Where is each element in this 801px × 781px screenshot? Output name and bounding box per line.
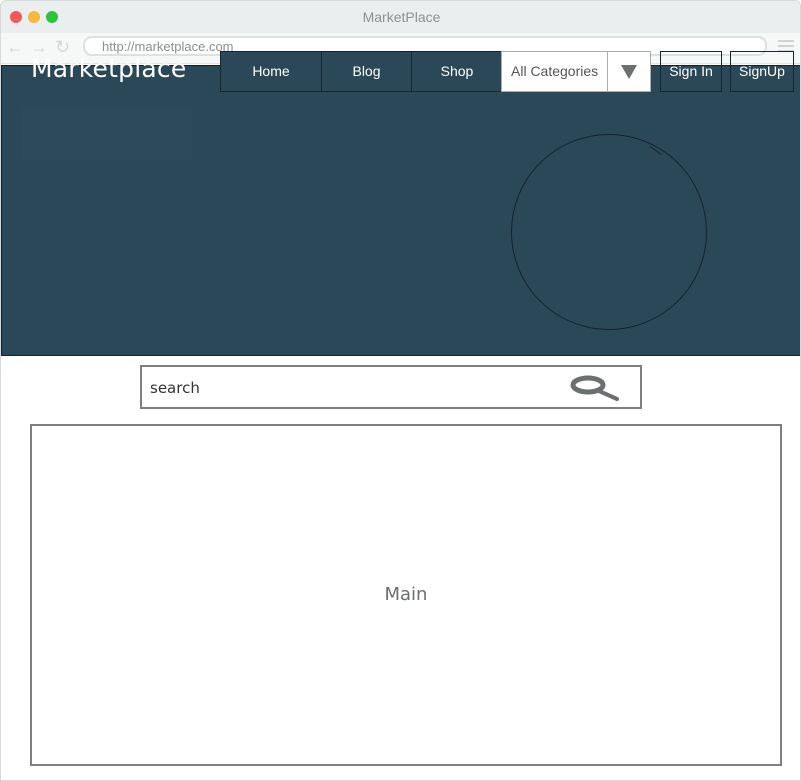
title-bar: MarketPlace (1, 1, 800, 33)
site-header (1, 65, 800, 356)
browser-window: MarketPlace ← → ↻ http://marketplace.com… (0, 0, 801, 781)
window-title: MarketPlace (362, 9, 441, 25)
sign-in-button[interactable]: Sign In (660, 51, 722, 92)
triangle-down-icon (621, 65, 637, 79)
category-dropdown-button[interactable] (607, 51, 651, 92)
search-icon[interactable] (570, 374, 620, 402)
nav-shop[interactable]: Shop (411, 51, 503, 92)
site-logo[interactable]: Marketplace (31, 54, 186, 83)
nav-home[interactable]: Home (220, 51, 322, 92)
category-select[interactable]: All Categories (501, 51, 608, 92)
search-bar (140, 365, 642, 409)
sign-up-button[interactable]: SignUp (730, 51, 794, 92)
decorative-circle (511, 134, 707, 330)
main-label: Main (384, 584, 428, 605)
logo-box (22, 108, 192, 160)
back-arrow-icon[interactable]: ← (6, 37, 24, 57)
category-select-value: All Categories (511, 63, 599, 79)
main-content: Main (30, 424, 782, 766)
url-text: http://marketplace.com (102, 39, 234, 54)
nav-blog[interactable]: Blog (321, 51, 412, 92)
search-input[interactable] (150, 378, 550, 398)
